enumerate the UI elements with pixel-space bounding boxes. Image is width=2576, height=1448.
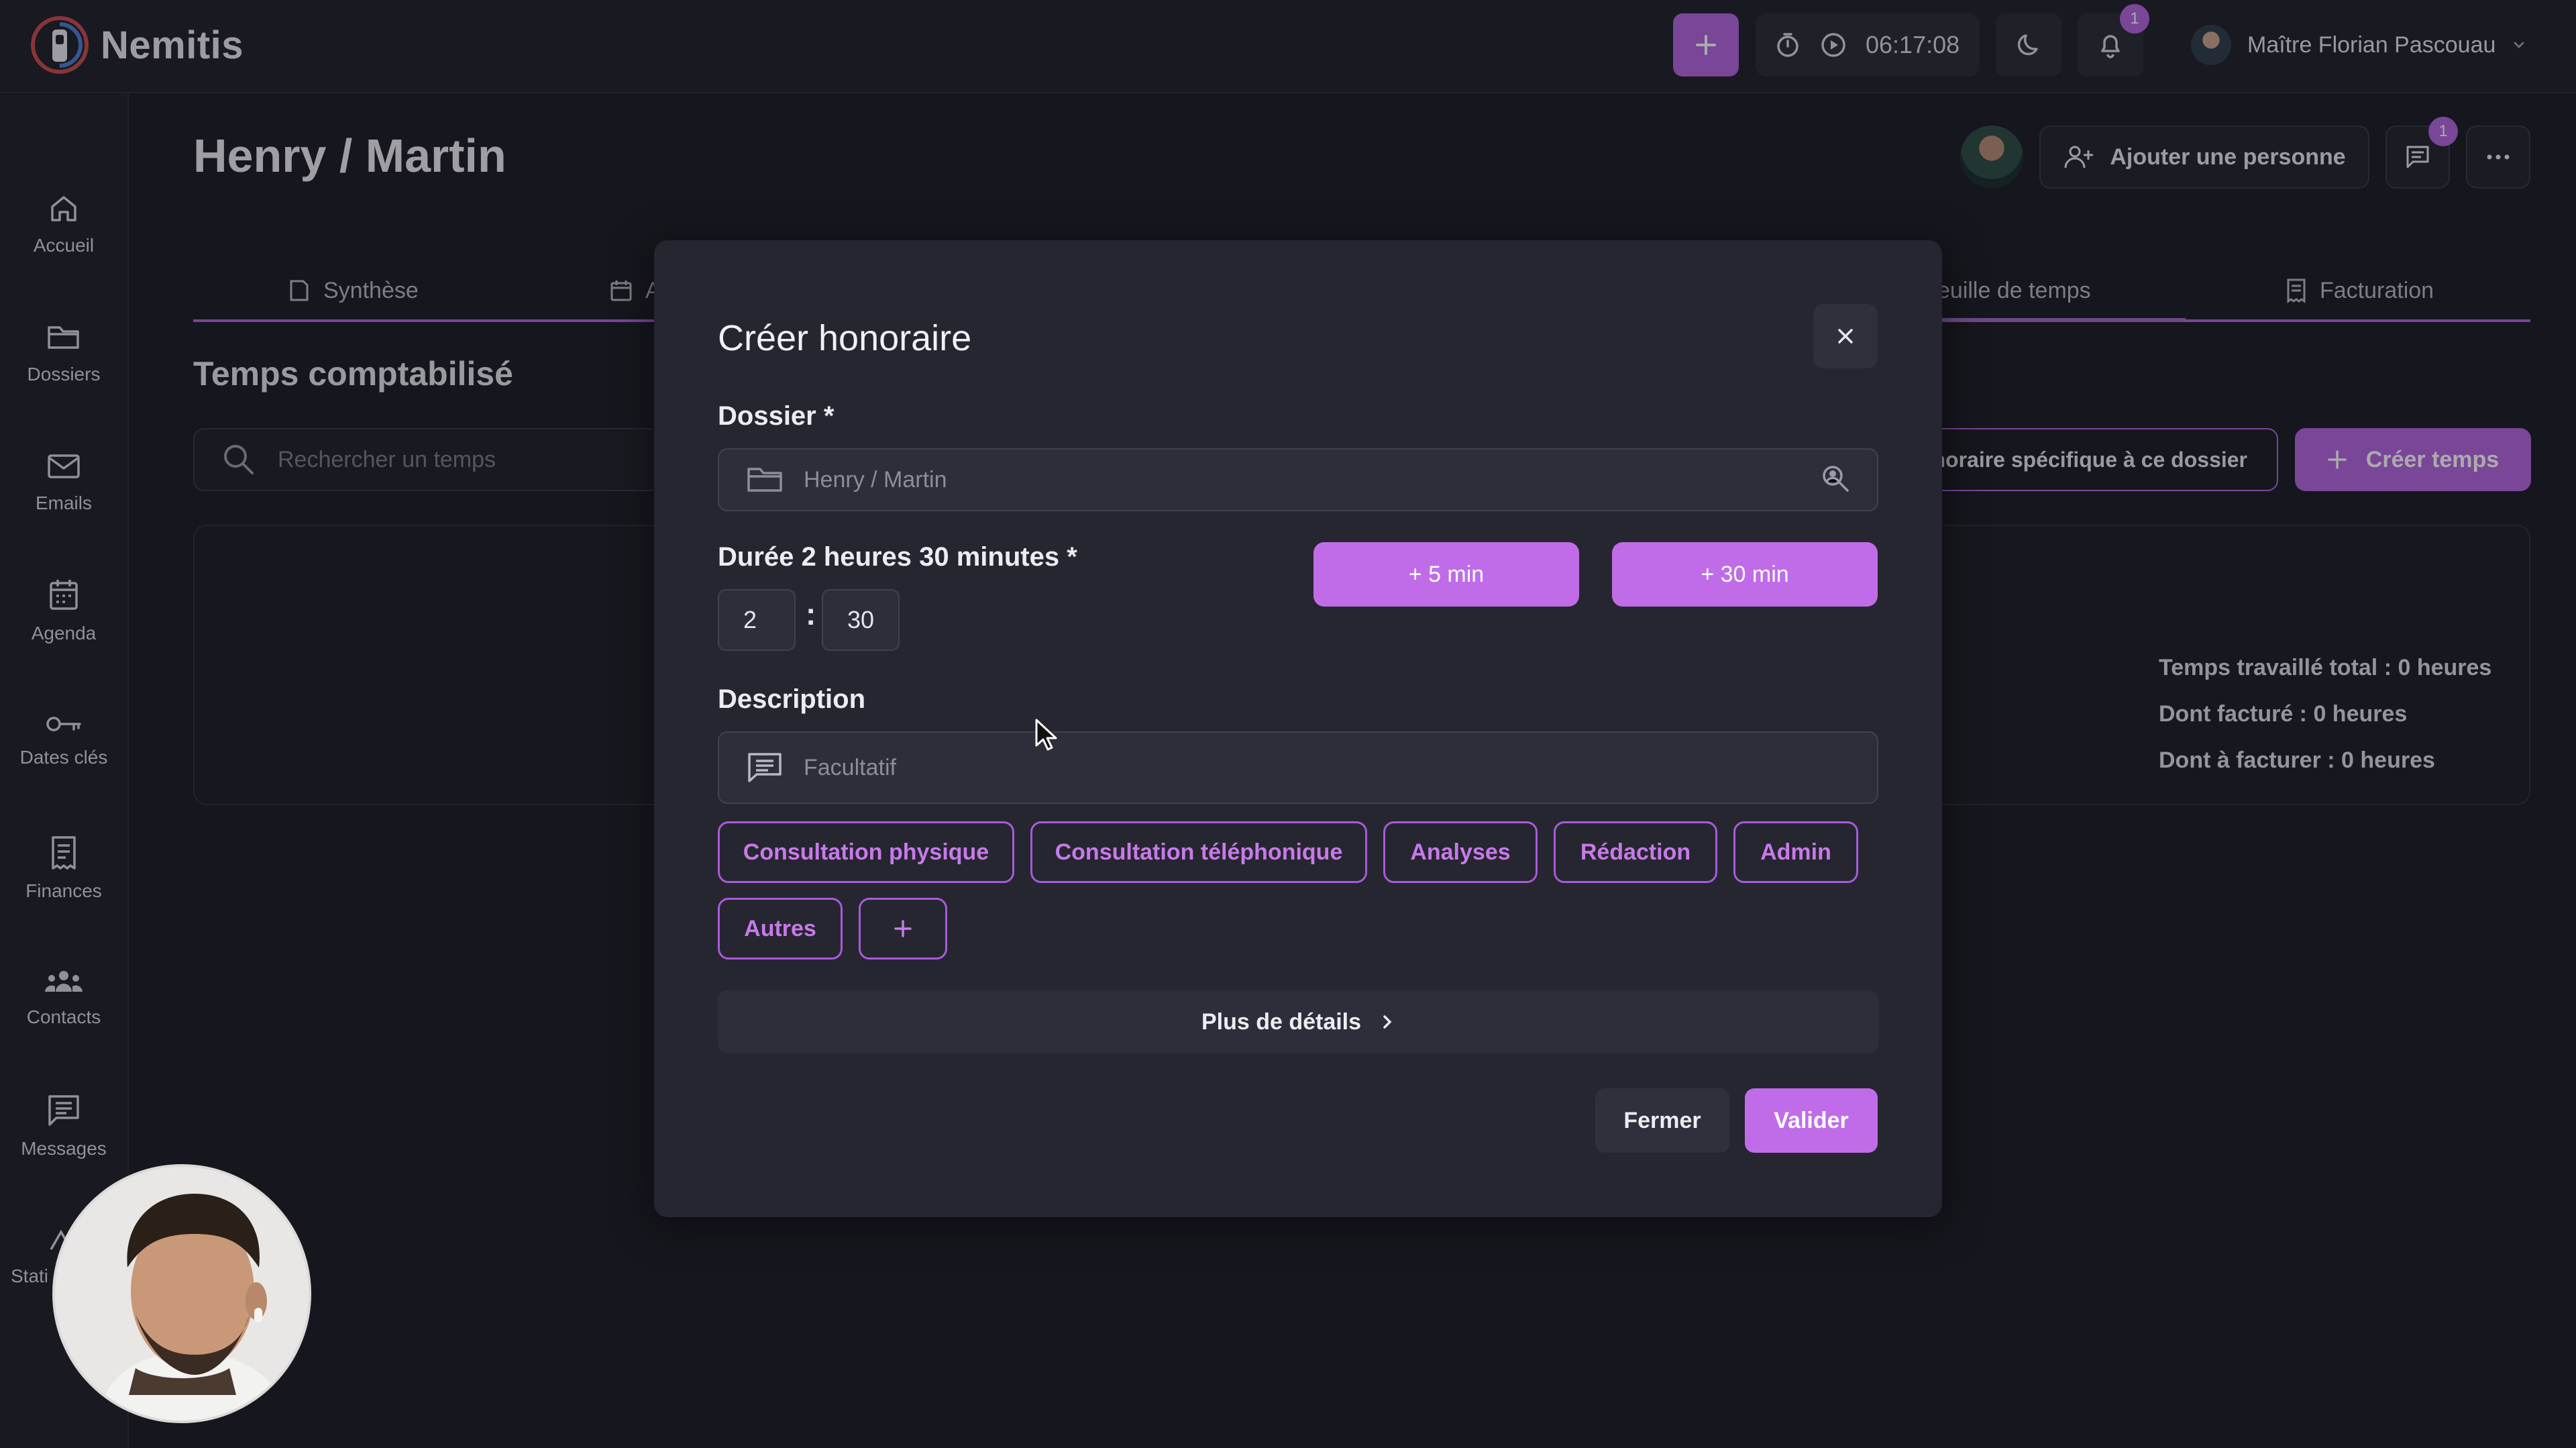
chip-consultation-physique[interactable]: Consultation physique (718, 821, 1014, 883)
description-input[interactable]: Facultatif (804, 755, 896, 781)
chip-label: Consultation téléphonique (1055, 839, 1343, 865)
chip-redaction[interactable]: Rédaction (1554, 821, 1717, 883)
chip-label: Rédaction (1580, 839, 1691, 865)
valider-button[interactable]: Valider (1745, 1088, 1878, 1153)
close-icon (1838, 329, 1853, 344)
fermer-label: Fermer (1623, 1107, 1701, 1133)
minutes-input[interactable]: 30 (822, 589, 900, 651)
chip-autres[interactable]: Autres (718, 898, 843, 960)
add-5-min-label: + 5 min (1408, 561, 1485, 587)
chip-admin[interactable]: Admin (1733, 821, 1858, 883)
add-30-min-label: + 30 min (1701, 561, 1789, 587)
plus-icon (894, 920, 912, 937)
add-5-min-button[interactable]: + 5 min (1313, 542, 1579, 607)
duration-separator: : (806, 597, 816, 631)
folder-icon (747, 468, 782, 492)
more-details-label: Plus de détails (1201, 1009, 1362, 1035)
dossier-value: Henry / Martin (804, 466, 947, 493)
create-fee-modal: Créer honoraire Dossier * Henry / Martin… (654, 240, 1942, 1217)
valider-label: Valider (1774, 1107, 1849, 1133)
dossier-field[interactable]: Henry / Martin (718, 448, 1878, 511)
more-details-button[interactable]: Plus de détails (718, 990, 1878, 1053)
close-button[interactable] (1813, 304, 1878, 368)
add-chip-button[interactable] (859, 898, 947, 960)
dossier-label: Dossier * (718, 401, 835, 431)
hours-input[interactable]: 2 (718, 589, 796, 651)
presenter-image (55, 1167, 309, 1420)
chip-label: Consultation physique (743, 839, 989, 865)
comment-icon (748, 753, 782, 782)
chip-label: Autres (744, 915, 816, 941)
chip-consultation-telephonique[interactable]: Consultation téléphonique (1030, 821, 1367, 883)
search-person-icon[interactable] (1819, 464, 1851, 496)
add-30-min-button[interactable]: + 30 min (1612, 542, 1878, 607)
duration-label: Durée 2 heures 30 minutes * (718, 542, 1077, 572)
description-label: Description (718, 684, 866, 714)
presenter-webcam (52, 1164, 311, 1423)
description-field[interactable]: Facultatif (718, 731, 1878, 804)
chevron-right-icon (1383, 1015, 1392, 1029)
chip-label: Analyses (1410, 839, 1511, 865)
chip-analyses[interactable]: Analyses (1383, 821, 1538, 883)
mouse-cursor (1035, 719, 1057, 751)
fermer-button[interactable]: Fermer (1595, 1088, 1729, 1153)
chip-label: Admin (1760, 839, 1831, 865)
modal-title: Créer honoraire (718, 318, 972, 358)
